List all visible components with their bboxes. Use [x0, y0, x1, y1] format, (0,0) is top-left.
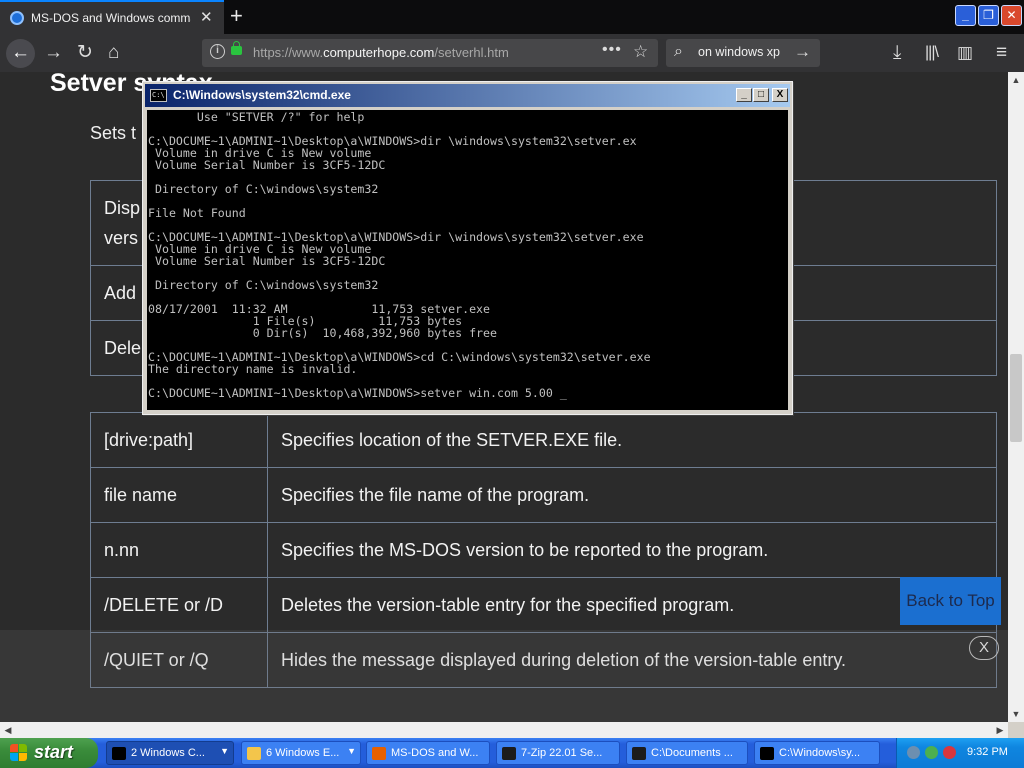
7zip-icon [632, 747, 646, 760]
param-name: [drive:path] [90, 412, 268, 468]
download-icon[interactable]: ⤓ [893, 42, 901, 64]
firefox-icon [372, 747, 386, 760]
console-output[interactable]: Use "SETVER /?" for help C:\DOCUME~1\ADM… [147, 110, 788, 410]
library-icon[interactable]: |||\ [925, 42, 939, 64]
window-restore-button[interactable]: ❐ [978, 5, 999, 26]
intro-text: Sets t [90, 123, 137, 143]
param-name: /DELETE or /D [90, 577, 268, 633]
param-desc: Specifies the MS-DOS version to be repor… [267, 522, 997, 578]
url-text[interactable]: https://www.computerhope.com/setverhl.ht… [253, 45, 509, 60]
taskbar-button-label: 2 Windows C... [131, 747, 205, 759]
param-name: n.nn [90, 522, 268, 578]
back-arrow-icon[interactable]: ← [6, 39, 35, 68]
taskbar-button[interactable]: 6 Windows E... ▼ [241, 741, 361, 765]
table-cell: Add [104, 282, 137, 303]
taskbar-button-label: 7-Zip 22.01 Se... [521, 747, 603, 759]
7zip-icon [502, 747, 516, 760]
windows-flag-icon [10, 744, 28, 762]
security-shield-icon[interactable] [925, 746, 938, 759]
table-cell: Disp [104, 198, 141, 218]
scroll-right-icon[interactable]: ▶ [992, 722, 1008, 738]
chevron-down-icon: ▼ [347, 746, 356, 756]
browser-nav-bar: ← → ↻ ⌂ i https://www.computerhope.com/s… [0, 34, 1024, 72]
padlock-icon [231, 41, 242, 55]
taskbar-button[interactable]: 2 Windows C... ▼ [106, 741, 234, 765]
scroll-left-icon[interactable]: ◀ [0, 722, 16, 738]
taskbar-button[interactable]: 7-Zip 22.01 Se... [496, 741, 620, 765]
param-desc: Specifies location of the SETVER.EXE fil… [267, 412, 997, 468]
table-cell: Dele [104, 337, 142, 358]
taskbar-button[interactable]: MS-DOS and W... [366, 741, 490, 765]
vertical-scrollbar[interactable]: ▲ ▼ [1008, 72, 1024, 722]
scrollbar-thumb[interactable] [1010, 354, 1022, 442]
cmd-icon [760, 747, 774, 760]
window-close-button[interactable]: ✕ [1001, 5, 1022, 26]
cmd-icon: C:\ [150, 89, 167, 102]
taskbar-button-label: MS-DOS and W... [391, 747, 479, 759]
scroll-down-icon[interactable]: ▼ [1008, 706, 1024, 722]
taskbar-button-label: 6 Windows E... [266, 747, 340, 759]
ad-overlay-band [0, 630, 1008, 722]
system-tray: 9:32 PM [896, 738, 1024, 768]
network-icon[interactable] [907, 746, 920, 759]
home-icon[interactable]: ⌂ [108, 42, 119, 64]
page-actions-icon[interactable]: ••• [602, 41, 622, 59]
site-info-icon[interactable]: i [210, 44, 225, 59]
cmd-icon [112, 747, 126, 760]
start-button[interactable]: start [0, 738, 98, 768]
taskbar-button[interactable]: C:\Documents ... [626, 741, 748, 765]
console-text: Use "SETVER /?" for help C:\DOCUME~1\ADM… [148, 110, 651, 400]
scroll-up-icon[interactable]: ▲ [1008, 72, 1024, 88]
forward-arrow-icon[interactable]: → [44, 42, 63, 64]
close-banner-button[interactable]: X [969, 636, 999, 660]
search-go-icon[interactable]: → [794, 42, 811, 62]
param-desc: Deletes the version-table entry for the … [267, 577, 997, 633]
search-bar[interactable]: ⌕ on windows xp → [666, 39, 820, 67]
browser-tab-active[interactable]: MS-DOS and Windows command l ✕ [0, 0, 224, 34]
taskbar: start 2 Windows C... ▼ 6 Windows E... ▼ MS-D… [0, 738, 1024, 768]
cmd-close-button[interactable]: X [772, 88, 788, 102]
scrollbar-corner [1008, 722, 1024, 738]
chevron-down-icon: ▼ [220, 746, 229, 756]
horizontal-scrollbar[interactable]: ◀ ▶ [0, 722, 1008, 738]
param-desc: Specifies the file name of the program. [267, 467, 997, 523]
reload-icon[interactable]: ↻ [77, 42, 93, 64]
cmd-minimize-button[interactable]: _ [736, 88, 752, 102]
browser-tab-bar: MS-DOS and Windows command l ✕ + _ ❐ ✕ [0, 0, 1024, 34]
param-name: file name [90, 467, 268, 523]
search-input[interactable]: on windows xp [698, 45, 796, 59]
search-icon: ⌕ [674, 43, 683, 60]
url-bar[interactable]: i https://www.computerhope.com/setverhl.… [202, 39, 658, 67]
cmd-title: C:\Windows\system32\cmd.exe [173, 88, 351, 102]
cmd-maximize-button[interactable]: □ [753, 88, 769, 102]
cmd-title-bar[interactable]: C:\ C:\Windows\system32\cmd.exe _ □ X [145, 84, 790, 107]
taskbar-button-label: C:\Documents ... [651, 747, 733, 759]
bookmark-star-icon[interactable]: ☆ [633, 42, 648, 62]
taskbar-button[interactable]: C:\Windows\sy... [754, 741, 880, 765]
taskbar-button-label: C:\Windows\sy... [779, 747, 861, 759]
firefox-favicon-icon [10, 11, 24, 25]
clock[interactable]: 9:32 PM [967, 746, 1008, 758]
table-cell: vers [104, 228, 139, 248]
folder-icon [247, 747, 261, 760]
start-label: start [34, 742, 74, 762]
tab-title: MS-DOS and Windows command l [31, 11, 191, 25]
new-tab-button[interactable]: + [230, 3, 243, 29]
antivirus-icon[interactable] [943, 746, 956, 759]
sidebar-icon[interactable]: ▥ [957, 42, 973, 64]
window-minimize-button[interactable]: _ [955, 5, 976, 26]
cmd-window[interactable]: C:\ C:\Windows\system32\cmd.exe _ □ X Us… [142, 81, 793, 415]
tab-close-icon[interactable]: ✕ [200, 8, 213, 26]
back-to-top-button[interactable]: Back to Top [900, 577, 1001, 625]
menu-icon[interactable]: ≡ [996, 42, 1007, 64]
